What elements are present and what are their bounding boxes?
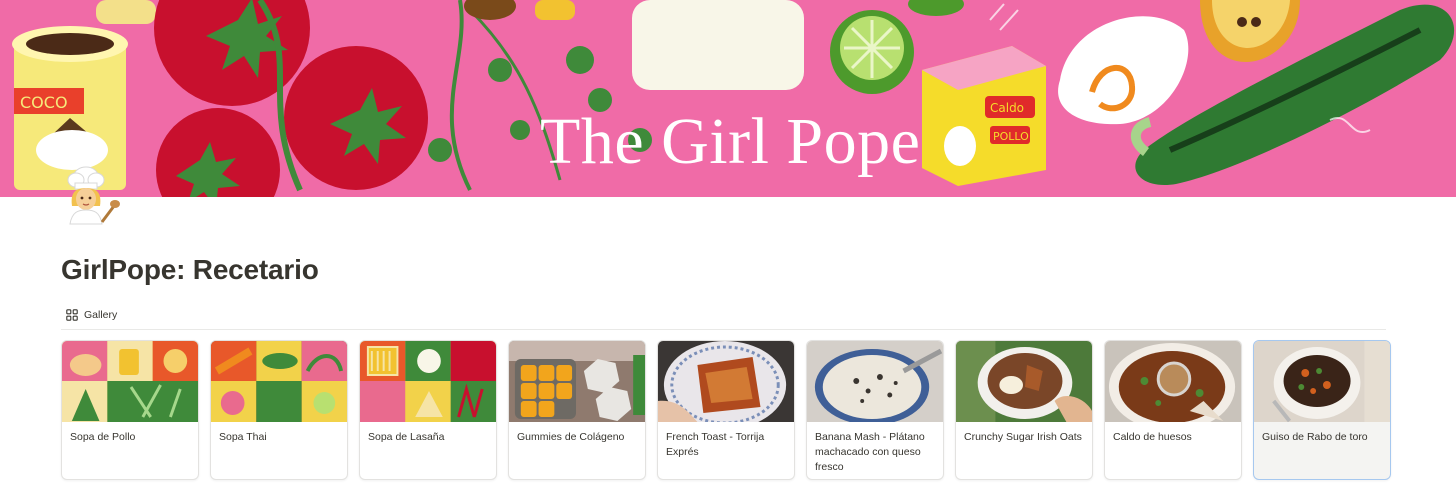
svg-text:POLLO: POLLO bbox=[993, 130, 1029, 143]
gallery-card-title: French Toast - Torrija Exprés bbox=[666, 431, 765, 458]
thai-vegetables-illustration bbox=[211, 341, 347, 422]
gallery-card-gummies-de-colageno[interactable]: Gummies de Colágeno bbox=[508, 340, 646, 480]
svg-text:Caldo: Caldo bbox=[990, 101, 1024, 115]
gallery-card-title: Caldo de huesos bbox=[1113, 431, 1192, 443]
gallery-card-title: Sopa de Pollo bbox=[70, 431, 136, 443]
orange-gummies-photo bbox=[509, 341, 645, 422]
gallery-card-crunchy-sugar-irish-oats[interactable]: Crunchy Sugar Irish Oats bbox=[955, 340, 1093, 480]
page-title: GirlPope: Recetario bbox=[61, 254, 319, 285]
gallery-card-title: Sopa Thai bbox=[219, 431, 267, 443]
gallery-card-sopa-thai[interactable]: Sopa Thai bbox=[210, 340, 348, 480]
gallery-card-caldo-de-huesos[interactable]: Caldo de huesos bbox=[1104, 340, 1242, 480]
grid-icon bbox=[66, 309, 78, 321]
tab-gallery-label: Gallery bbox=[84, 309, 118, 321]
oats-bowl-photo bbox=[956, 341, 1092, 422]
gallery-card-title: Crunchy Sugar Irish Oats bbox=[964, 431, 1082, 443]
banana-mash-photo bbox=[807, 341, 943, 422]
gallery-grid: Sopa de Pollo Sopa Thai Sopa de Lasaña G… bbox=[61, 340, 1391, 480]
gallery-card-title: Sopa de Lasaña bbox=[368, 431, 445, 443]
cover-banner: COCO Caldo POLLO The Girl Pope bbox=[0, 0, 1456, 197]
cover-title: The Girl Pope bbox=[540, 105, 921, 178]
gallery-card-title: Gummies de Colágeno bbox=[517, 431, 625, 443]
french-toast-photo bbox=[658, 341, 794, 422]
gallery-card-guiso-de-rabo-de-toro[interactable]: Guiso de Rabo de toro bbox=[1253, 340, 1391, 480]
tab-gallery[interactable]: Gallery bbox=[66, 306, 117, 324]
svg-text:COCO: COCO bbox=[20, 93, 68, 112]
gallery-card-title: Guiso de Rabo de toro bbox=[1262, 431, 1368, 443]
view-divider bbox=[61, 329, 1386, 330]
gallery-card-french-toast[interactable]: French Toast - Torrija Exprés bbox=[657, 340, 795, 480]
gallery-card-banana-mash[interactable]: Banana Mash - Plátano machacado con ques… bbox=[806, 340, 944, 480]
oxtail-stew-photo bbox=[1254, 341, 1390, 422]
gallery-card-sopa-de-lasana[interactable]: Sopa de Lasaña bbox=[359, 340, 497, 480]
chicken-vegetables-illustration bbox=[62, 341, 198, 422]
gallery-card-title: Banana Mash - Plátano machacado con ques… bbox=[815, 431, 925, 473]
gallery-card-sopa-de-pollo[interactable]: Sopa de Pollo bbox=[61, 340, 199, 480]
lasagna-ingredients-illustration bbox=[360, 341, 496, 422]
bone-broth-photo bbox=[1105, 341, 1241, 422]
chef-emoji-icon[interactable] bbox=[62, 166, 122, 226]
